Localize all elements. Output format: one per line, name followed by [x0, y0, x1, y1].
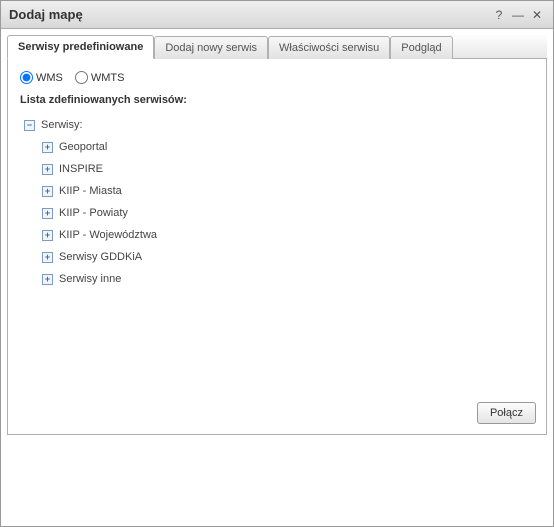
tab-preview[interactable]: Podgląd	[390, 36, 452, 59]
tree-item-gddkia[interactable]: + Serwisy GDDKiA	[42, 246, 534, 268]
tree-item-kiip-powiaty[interactable]: + KIIP - Powiaty	[42, 202, 534, 224]
radio-wmts-label[interactable]: WMTS	[75, 71, 125, 84]
tree-item-label: KIIP - Województwa	[59, 229, 157, 241]
tab-bar: Serwisy predefiniowane Dodaj nowy serwis…	[7, 35, 547, 59]
list-heading: Lista zdefiniowanych serwisów:	[20, 94, 534, 106]
tree-item-geoportal[interactable]: + Geoportal	[42, 136, 534, 158]
service-type-radio-group: WMS WMTS	[20, 71, 534, 84]
radio-wmts-text: WMTS	[91, 72, 125, 84]
tree-item-label: Serwisy GDDKiA	[59, 251, 142, 263]
tree-item-inspire[interactable]: + INSPIRE	[42, 158, 534, 180]
close-button[interactable]: ✕	[529, 7, 545, 23]
expand-icon[interactable]: +	[42, 252, 53, 263]
dialog-body: Serwisy predefiniowane Dodaj nowy serwis…	[1, 29, 553, 441]
radio-wms-text: WMS	[36, 72, 63, 84]
expand-icon[interactable]: +	[42, 274, 53, 285]
titlebar: Dodaj mapę ? — ✕	[1, 1, 553, 29]
expand-icon[interactable]: +	[42, 142, 53, 153]
tab-add-new[interactable]: Dodaj nowy serwis	[154, 36, 268, 59]
tab-properties[interactable]: Właściwości serwisu	[268, 36, 390, 59]
tree-root-label: Serwisy:	[41, 119, 83, 131]
connect-button[interactable]: Połącz	[477, 402, 536, 424]
tree-item-label: Geoportal	[59, 141, 107, 153]
minimize-button[interactable]: —	[510, 7, 526, 23]
tab-predefined[interactable]: Serwisy predefiniowane	[7, 35, 154, 59]
radio-wms-label[interactable]: WMS	[20, 71, 63, 84]
help-button[interactable]: ?	[491, 7, 507, 23]
expand-icon[interactable]: +	[42, 208, 53, 219]
tree-children: + Geoportal + INSPIRE + KIIP - Miasta + …	[24, 136, 534, 290]
tree-item-inne[interactable]: + Serwisy inne	[42, 268, 534, 290]
tree-root[interactable]: − Serwisy:	[24, 114, 534, 136]
expand-icon[interactable]: +	[42, 230, 53, 241]
tree-item-label: INSPIRE	[59, 163, 103, 175]
collapse-icon[interactable]: −	[24, 120, 35, 131]
tree-item-label: KIIP - Miasta	[59, 185, 122, 197]
service-tree: − Serwisy: + Geoportal + INSPIRE + KIIP …	[20, 114, 534, 290]
dialog-window: Dodaj mapę ? — ✕ Serwisy predefiniowane …	[0, 0, 554, 527]
tree-item-label: Serwisy inne	[59, 273, 121, 285]
tree-item-kiip-miasta[interactable]: + KIIP - Miasta	[42, 180, 534, 202]
expand-icon[interactable]: +	[42, 164, 53, 175]
window-title: Dodaj mapę	[9, 7, 488, 22]
radio-wms[interactable]	[20, 71, 33, 84]
tab-content: WMS WMTS Lista zdefiniowanych serwisów: …	[7, 59, 547, 435]
tree-item-kiip-wojewodztwa[interactable]: + KIIP - Województwa	[42, 224, 534, 246]
tree-item-label: KIIP - Powiaty	[59, 207, 128, 219]
radio-wmts[interactable]	[75, 71, 88, 84]
expand-icon[interactable]: +	[42, 186, 53, 197]
